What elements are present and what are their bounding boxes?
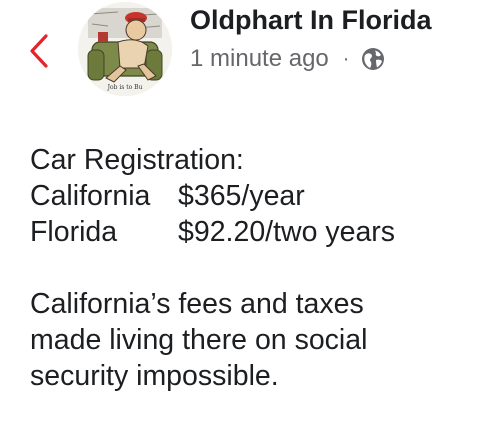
author-name[interactable]: Oldphart In Florida xyxy=(190,2,495,38)
state-label: California xyxy=(30,180,151,212)
post-timestamp[interactable]: 1 minute ago xyxy=(190,44,329,74)
back-button[interactable] xyxy=(26,30,54,72)
paragraph-line: made living there on social xyxy=(30,324,368,356)
paragraph-line: security impossible. xyxy=(30,360,279,392)
post-heading: Car Registration: xyxy=(30,144,244,176)
state-label: Florida xyxy=(30,216,118,248)
fee-value: $92.20/two years xyxy=(178,216,396,248)
chevron-left-icon xyxy=(30,34,48,68)
fee-row-florida: Florida $92.20/two years xyxy=(30,214,490,250)
globe-icon[interactable] xyxy=(361,47,385,71)
paragraph-line: California’s fees and taxes xyxy=(30,288,364,320)
avatar[interactable]: Job is to Bu xyxy=(78,2,172,96)
separator-dot: · xyxy=(342,48,350,70)
post-header: Job is to Bu Oldphart In Florida 1 minut… xyxy=(0,0,500,110)
post-meta: Oldphart In Florida 1 minute ago · xyxy=(190,2,495,74)
post-body: Car Registration: California $365/year F… xyxy=(30,142,490,394)
fee-row-california: California $365/year xyxy=(30,178,490,214)
avatar-cartoon-image xyxy=(78,2,172,96)
fee-value: $365/year xyxy=(178,180,305,212)
post-subline: 1 minute ago · xyxy=(190,44,495,74)
avatar-caption: Job is to Bu xyxy=(107,84,143,91)
